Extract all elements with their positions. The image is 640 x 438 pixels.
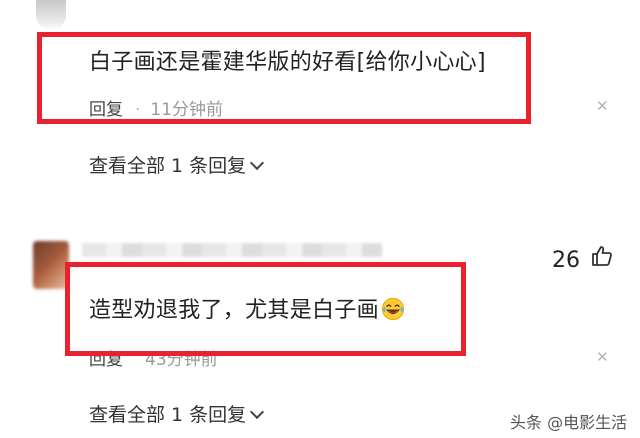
thumbs-up-icon[interactable] (590, 244, 614, 268)
view-all-replies-label: 查看全部 1 条回复 (89, 155, 247, 177)
like-count: 26 (552, 248, 580, 273)
highlight-box (65, 262, 466, 356)
highlight-box (37, 32, 531, 124)
close-icon[interactable]: ✕ (596, 99, 609, 114)
chevron-down-icon (250, 155, 265, 171)
view-all-replies-button[interactable]: 查看全部 1 条回复 (89, 400, 265, 427)
avatar[interactable] (33, 241, 69, 289)
watermark: 头条 @电影生活 (510, 413, 628, 432)
blurred-username (82, 243, 382, 257)
view-all-replies-button[interactable]: 查看全部 1 条回复 (89, 151, 265, 178)
close-icon[interactable]: ✕ (596, 350, 609, 365)
view-all-replies-label: 查看全部 1 条回复 (89, 404, 247, 426)
avatar[interactable] (36, 0, 66, 30)
chevron-down-icon (250, 404, 265, 420)
comment-thread: 白子画还是霍建华版的好看[给你小心心] 回复 · 11分钟前 ✕ 查看全部 1 条回… (0, 0, 640, 438)
